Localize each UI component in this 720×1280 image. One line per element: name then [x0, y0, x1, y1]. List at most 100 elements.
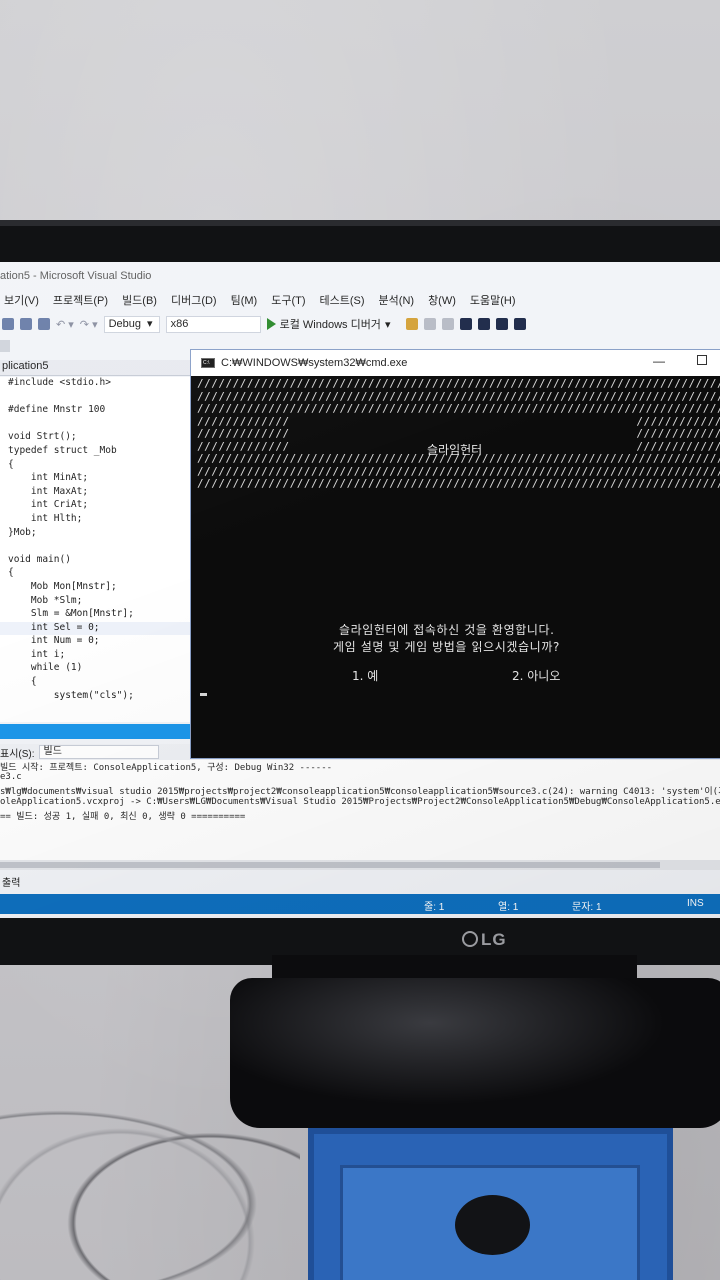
maximize-icon[interactable]: [697, 355, 707, 365]
output-source-label: 표시(S):: [0, 748, 35, 760]
document-tab[interactable]: plication5: [0, 360, 195, 376]
chevron-down-icon: ▾: [384, 318, 391, 331]
output-panel[interactable]: 빌드 시작: 프로젝트: ConsoleApplication5, 구성: De…: [0, 760, 720, 860]
vs-menu-bar: 보기(V) 프로젝트(P) 빌드(B) 디버그(D) 팀(M) 도구(T) 테스…: [0, 292, 720, 312]
code-line: void main(): [8, 553, 71, 565]
open-file-icon[interactable]: [2, 318, 14, 330]
output-line: == 빌드: 성공 1, 실패 0, 최신 0, 생략 0 ==========: [0, 811, 246, 822]
code-line: void Strt();: [8, 431, 77, 443]
redo-icon[interactable]: ↷ ▾: [80, 318, 98, 331]
vs-window-title: ation5 - Microsoft Visual Studio: [0, 270, 152, 282]
console-cursor: [200, 693, 207, 696]
code-line: int Hlth;: [8, 512, 83, 524]
status-bar: 줄: 1 열: 1 문자: 1 INS: [0, 894, 720, 914]
save-all-icon[interactable]: [38, 318, 50, 330]
menu-team[interactable]: 팀(M): [231, 292, 258, 312]
menu-debug[interactable]: 디버그(D): [171, 292, 217, 312]
code-line: {: [8, 676, 37, 688]
output-line: 빌드 시작: 프로젝트: ConsoleApplication5, 구성: De…: [0, 763, 333, 773]
code-line: int CriAt;: [8, 499, 89, 511]
menu-test[interactable]: 테스트(S): [320, 292, 365, 312]
cmd-window[interactable]: C:\ C:₩WINDOWS₩system32₩cmd.exe — //////…: [190, 349, 720, 759]
code-line: system("cls");: [8, 689, 134, 701]
lg-logo: LG: [462, 930, 507, 950]
code-line: #define Mnstr 100: [8, 404, 106, 416]
scrollbar-thumb[interactable]: [0, 862, 660, 868]
code-line: #include <stdio.h>: [8, 377, 111, 388]
config-select[interactable]: Debug ▾: [103, 315, 160, 333]
editor-scroll-bar[interactable]: [0, 724, 198, 739]
slash-border: //////////////////////////: [197, 415, 720, 428]
cmd-titlebar[interactable]: C:\ C:₩WINDOWS₩system32₩cmd.exe —: [191, 350, 720, 376]
status-insert-mode: INS: [687, 898, 704, 909]
menu-window[interactable]: 창(W): [428, 292, 456, 312]
output-line: e3.c: [0, 772, 22, 783]
output-line: oleApplication5.vcxproj -> C:₩Users₩LG₩D…: [0, 796, 720, 807]
code-line: {: [8, 458, 14, 470]
code-line: {: [8, 567, 14, 579]
code-line: int i;: [8, 648, 66, 660]
slash-border: ////////////////////////////////////////…: [197, 465, 720, 478]
code-line: int Num = 0;: [8, 635, 100, 647]
vs-toolbar: ↶ ▾ ↷ ▾ Debug ▾ x86 로컬 Windows 디버거 ▾: [0, 313, 720, 335]
menu-tools[interactable]: 도구(T): [271, 292, 305, 312]
comment-icon[interactable]: [442, 318, 455, 330]
code-editor[interactable]: #include <stdio.h> #define Mnstr 100 voi…: [0, 377, 198, 722]
slash-border: ////////////////////////////////////////…: [197, 478, 720, 490]
game-title: 슬라임헌터: [427, 443, 483, 457]
undo-icon[interactable]: ↶ ▾: [56, 318, 74, 331]
monitor-top-edge: [0, 220, 720, 226]
play-icon: [266, 318, 276, 330]
bookmark-icon[interactable]: [460, 318, 473, 330]
option-yes: 1. 예: [352, 669, 379, 683]
code-line: Slm = &Mon[Mnstr];: [8, 608, 134, 620]
bookmark-clear-icon[interactable]: [514, 318, 527, 330]
slash-border: ////////////////////////////////////////…: [197, 390, 720, 403]
status-column: 열: 1: [498, 902, 519, 913]
code-line: int MaxAt;: [8, 485, 89, 497]
menu-project[interactable]: 프로젝트(P): [53, 292, 108, 312]
cables: [0, 1090, 300, 1280]
lg-circle-icon: [462, 931, 478, 947]
step-icon[interactable]: [424, 318, 437, 330]
option-no: 2. 아니오: [512, 669, 561, 683]
output-tab[interactable]: 출력: [0, 874, 40, 890]
start-debugging-button[interactable]: 로컬 Windows 디버거 ▾: [266, 316, 391, 332]
menu-build[interactable]: 빌드(B): [122, 292, 157, 312]
status-line: 줄: 1: [424, 902, 445, 913]
code-line: typedef struct _Mob: [8, 444, 117, 456]
slash-border: //////////////////////////: [197, 428, 720, 440]
drawer-hole: [455, 1195, 530, 1255]
console-icon: C:\: [201, 358, 215, 368]
config-select-value: Debug: [108, 317, 142, 330]
slash-border: ////////////////////////////////////////…: [197, 403, 720, 415]
cmd-title: C:₩WINDOWS₩system32₩cmd.exe: [221, 357, 408, 369]
platform-select[interactable]: x86: [165, 315, 261, 333]
status-char: 문자: 1: [572, 902, 602, 913]
menu-help[interactable]: 도움말(H): [470, 292, 516, 312]
save-icon[interactable]: [20, 318, 32, 330]
output-source-value: 빌드: [43, 746, 62, 757]
minimize-icon[interactable]: —: [653, 354, 665, 368]
chevron-down-icon: ▾: [147, 317, 153, 330]
instructions-prompt: 게임 설명 및 게임 방법을 읽으시겠습니까?: [333, 640, 560, 654]
code-line: int Sel = 0;: [0, 621, 198, 636]
pin-strip: [0, 340, 10, 352]
slash-border: ////////////////////////////////////////…: [197, 378, 720, 390]
menu-view[interactable]: 보기(V): [4, 292, 39, 312]
bookmark-next-icon[interactable]: [496, 318, 509, 330]
monitor-stand-base: [230, 978, 720, 1128]
brand-text: LG: [481, 930, 507, 949]
menu-analyze[interactable]: 분석(N): [379, 292, 415, 312]
output-horizontal-scrollbar[interactable]: [0, 860, 720, 870]
bookmark-prev-icon[interactable]: [478, 318, 491, 330]
code-line: }Mob;: [8, 526, 37, 538]
output-source-select[interactable]: 빌드: [38, 745, 159, 759]
welcome-message: 슬라임헌터에 접속하신 것을 환영합니다.: [339, 623, 555, 637]
code-line: while (1): [8, 662, 83, 674]
code-line: int MinAt;: [8, 472, 89, 484]
browser-link-icon[interactable]: [406, 318, 419, 330]
